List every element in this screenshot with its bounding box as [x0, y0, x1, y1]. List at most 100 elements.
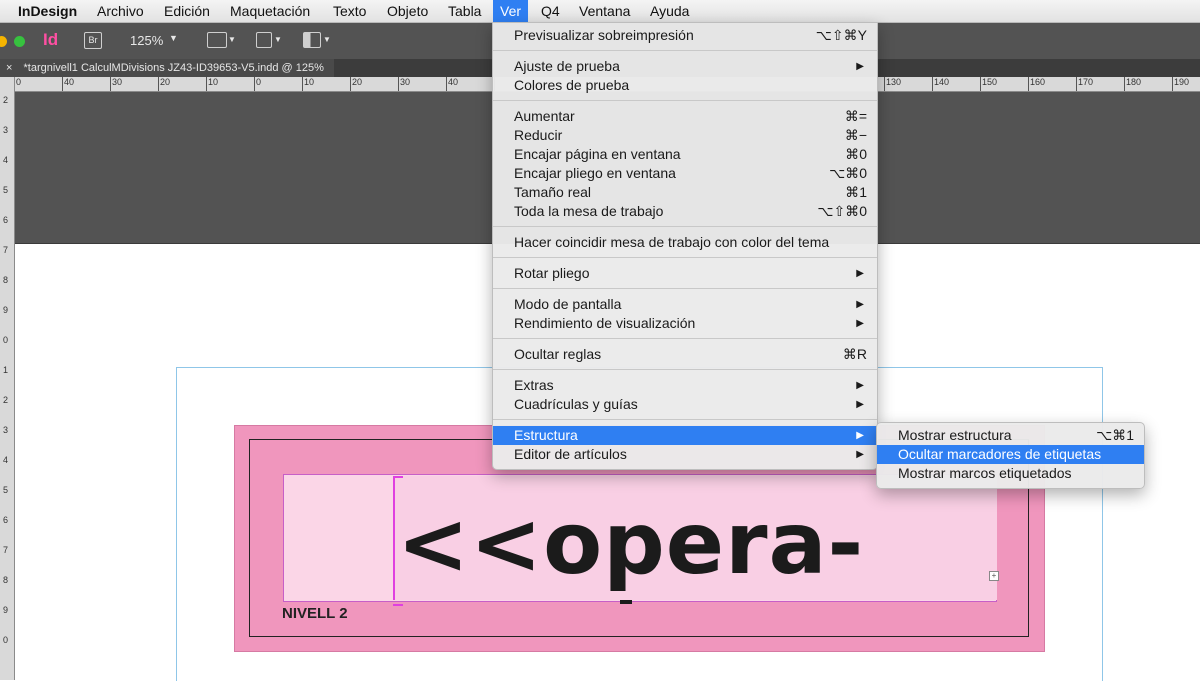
ruler-tick — [1028, 77, 1029, 91]
view-options-dropdown-icon[interactable]: ▼ — [228, 35, 236, 44]
zoom-level-select[interactable]: 125% — [130, 33, 163, 48]
menu-maquetacion[interactable]: Maquetación — [223, 0, 317, 22]
submenu-item-ocultar-marcadores[interactable]: Ocultar marcadores de etiquetas — [877, 445, 1144, 464]
menu-archivo[interactable]: Archivo — [90, 0, 151, 22]
bridge-button[interactable]: Br — [84, 32, 102, 49]
menu-tabla[interactable]: Tabla — [441, 0, 488, 22]
ruler-label: 9 — [3, 305, 9, 315]
shortcut-label: ⌘= — [844, 108, 867, 124]
shortcut-label: ⌥⌘1 — [1096, 427, 1134, 443]
menu-item-extras[interactable]: Extras ▶ — [493, 376, 877, 395]
menu-texto[interactable]: Texto — [326, 0, 373, 22]
shortcut-label: ⌘0 — [845, 146, 867, 162]
shortcut-label: ⌥⌘0 — [829, 165, 867, 181]
menu-item-hacer-coincidir-mesa[interactable]: Hacer coincidir mesa de trabajo con colo… — [493, 233, 877, 252]
minimize-window-button[interactable] — [0, 36, 7, 47]
arrange-documents-icon[interactable] — [303, 32, 321, 48]
menu-separator — [493, 226, 877, 227]
menu-item-previsualizar-sobreimpresion[interactable]: Previsualizar sobreimpresión ⌥⇧⌘Y — [493, 26, 877, 45]
ruler-tick — [110, 77, 111, 91]
ruler-tick — [254, 77, 255, 91]
menu-item-ajuste-de-prueba[interactable]: Ajuste de prueba ▶ — [493, 57, 877, 76]
estructura-submenu: Mostrar estructura ⌥⌘1 Ocultar marcadore… — [876, 422, 1145, 489]
ruler-label: 3 — [3, 125, 9, 135]
submenu-arrow-icon: ▶ — [856, 61, 864, 72]
submenu-arrow-icon: ▶ — [856, 318, 864, 329]
ruler-label: 140 — [934, 77, 950, 87]
menu-edicion[interactable]: Edición — [157, 0, 217, 22]
ruler-label: 20 — [160, 77, 171, 87]
overset-port-icon[interactable]: + — [989, 571, 999, 581]
ruler-label: 2 — [3, 95, 9, 105]
menu-item-estructura[interactable]: Estructura ▶ — [493, 426, 877, 445]
menu-separator — [493, 369, 877, 370]
menu-item-editor-de-articulos[interactable]: Editor de artículos ▶ — [493, 445, 877, 464]
menu-app-indesign[interactable]: InDesign — [11, 0, 84, 22]
ruler-label: 150 — [982, 77, 998, 87]
view-options-icon[interactable] — [207, 32, 227, 48]
submenu-arrow-icon: ▶ — [856, 299, 864, 310]
ruler-label: 40 — [64, 77, 75, 87]
ruler-label: 6 — [3, 515, 9, 525]
menu-item-ocultar-reglas[interactable]: Ocultar reglas ⌘R — [493, 345, 877, 364]
screen-mode-icon[interactable] — [256, 32, 272, 48]
menu-ventana[interactable]: Ventana — [572, 0, 637, 22]
ruler-label: 8 — [3, 575, 9, 585]
menu-item-cuadriculas-y-guias[interactable]: Cuadrículas y guías ▶ — [493, 395, 877, 414]
close-tab-icon[interactable]: × — [6, 62, 12, 74]
menu-separator — [493, 100, 877, 101]
ruler-tick — [398, 77, 399, 91]
menu-item-tamano-real[interactable]: Tamaño real ⌘1 — [493, 183, 877, 202]
ruler-label: 7 — [3, 245, 9, 255]
menu-item-encajar-pliego[interactable]: Encajar pliego en ventana ⌥⌘0 — [493, 164, 877, 183]
ver-dropdown-menu: Previsualizar sobreimpresión ⌥⇧⌘Y Ajuste… — [492, 22, 878, 470]
menu-item-encajar-pagina[interactable]: Encajar página en ventana ⌘0 — [493, 145, 877, 164]
menu-item-toda-la-mesa[interactable]: Toda la mesa de trabajo ⌥⇧⌘0 — [493, 202, 877, 221]
menu-separator — [493, 338, 877, 339]
ruler-label: 170 — [1078, 77, 1094, 87]
submenu-arrow-icon: ▶ — [856, 399, 864, 410]
text-cursor-marker — [620, 600, 632, 604]
ruler-label: 20 — [352, 77, 363, 87]
ruler-label: 7 — [3, 545, 9, 555]
ruler-tick — [302, 77, 303, 91]
menu-item-rendimiento-visualizacion[interactable]: Rendimiento de visualización ▶ — [493, 314, 877, 333]
frame-main-text[interactable]: <<opera- — [397, 494, 864, 594]
ruler-label: 0 — [256, 77, 262, 87]
ruler-label: 30 — [112, 77, 123, 87]
menu-ayuda[interactable]: Ayuda — [643, 0, 696, 22]
submenu-item-mostrar-marcos-etiquetados[interactable]: Mostrar marcos etiquetados — [877, 464, 1144, 483]
menu-item-aumentar[interactable]: Aumentar ⌘= — [493, 107, 877, 126]
arrange-documents-dropdown-icon[interactable]: ▼ — [323, 35, 331, 44]
ruler-tick — [932, 77, 933, 91]
ruler-label: 1 — [3, 365, 9, 375]
ruler-tick — [206, 77, 207, 91]
document-tab[interactable]: × *targnivell1 CalculMDivisions JZ43-ID3… — [0, 59, 334, 77]
submenu-arrow-icon: ▶ — [856, 380, 864, 391]
screen-mode-dropdown-icon[interactable]: ▼ — [274, 35, 282, 44]
menu-separator — [493, 257, 877, 258]
menu-ver[interactable]: Ver — [493, 0, 529, 22]
menu-item-modo-de-pantalla[interactable]: Modo de pantalla ▶ — [493, 295, 877, 314]
shortcut-label: ⌘− — [844, 127, 867, 143]
ruler-label: 10 — [208, 77, 219, 87]
zoom-dropdown-icon[interactable]: ▼ — [169, 33, 178, 43]
menu-item-reducir[interactable]: Reducir ⌘− — [493, 126, 877, 145]
menu-q4[interactable]: Q4 — [534, 0, 567, 22]
vertical-ruler[interactable]: 2 3 4 5 6 7 8 9 0 1 2 3 4 5 6 7 8 9 0 — [0, 77, 15, 680]
ruler-label: 4 — [3, 155, 9, 165]
menu-item-rotar-pliego[interactable]: Rotar pliego ▶ — [493, 264, 877, 283]
shortcut-label: ⌥⇧⌘0 — [817, 203, 867, 219]
ruler-label: 5 — [3, 485, 9, 495]
menu-item-colores-de-prueba[interactable]: Colores de prueba — [493, 76, 877, 95]
submenu-item-mostrar-estructura[interactable]: Mostrar estructura ⌥⌘1 — [877, 426, 1144, 445]
ruler-tick — [1172, 77, 1173, 91]
submenu-arrow-icon: ▶ — [856, 430, 864, 441]
menu-objeto[interactable]: Objeto — [380, 0, 435, 22]
ruler-label: 9 — [3, 605, 9, 615]
zoom-window-button[interactable] — [14, 36, 25, 47]
ruler-tick — [62, 77, 63, 91]
tag-marker-bottom — [393, 604, 403, 606]
ruler-label: 6 — [3, 215, 9, 225]
document-tab-title: *targnivell1 CalculMDivisions JZ43-ID396… — [23, 62, 324, 74]
